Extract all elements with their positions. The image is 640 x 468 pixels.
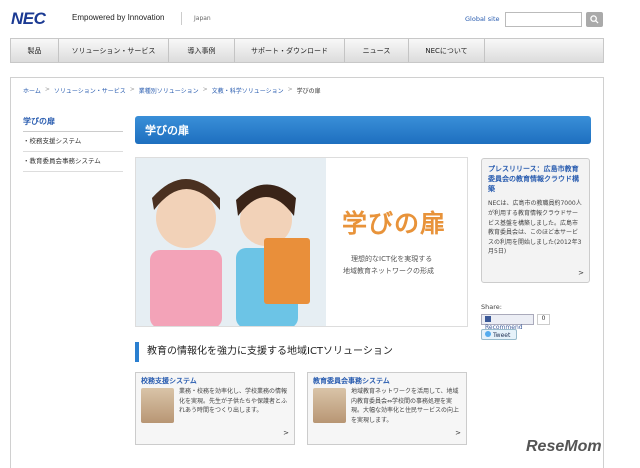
hero-tagline-2: 地域教育ネットワークの形成 <box>343 267 434 275</box>
hero-brand-logo: 学びの扉 <box>342 209 447 238</box>
breadcrumb-separator: > <box>44 86 50 93</box>
card-school-affairs[interactable]: 校務支援システム 業務・校務を効率化し、学校業務の情報化を実現。先生が子供たちや… <box>135 372 295 445</box>
breadcrumb-education[interactable]: 文教・科学ソリューション <box>212 86 284 95</box>
nav-item-case-studies[interactable]: 導入事例 <box>169 39 235 62</box>
tweet-label: Tweet <box>493 332 511 339</box>
resemom-watermark: ReseMom <box>526 438 602 455</box>
children-illustration <box>136 158 326 326</box>
nav-item-news[interactable]: ニュース <box>345 39 409 62</box>
search-icon <box>590 15 599 24</box>
press-release-arrow[interactable]: > <box>578 269 584 277</box>
hero-banner[interactable]: 学びの扉 理想的なICT化を実現する 地域教育ネットワークの形成 <box>135 157 468 327</box>
sidebar-item-school-affairs[interactable]: ・校務支援システム <box>23 132 123 152</box>
page-title: 学びの扉 <box>135 116 591 144</box>
nav-item-products[interactable]: 製品 <box>11 39 59 62</box>
recommend-count: 0 <box>537 314 550 325</box>
tweet-button[interactable]: Tweet <box>481 329 517 340</box>
card-title[interactable]: 教育委員会事務システム <box>313 376 390 386</box>
nav-item-solutions[interactable]: ソリューション・サービス <box>59 39 169 62</box>
sidebar-title[interactable]: 学びの扉 <box>23 116 123 132</box>
sidebar-item-board-system[interactable]: ・教育委員会事務システム <box>23 152 123 172</box>
breadcrumb-separator: > <box>202 86 208 93</box>
press-release-body: NECは、広島市の教職員約7000人が利用する教育情報クラウドサービス基盤を構築… <box>488 200 582 256</box>
facebook-recommend-button[interactable]: Recommend <box>481 314 534 331</box>
nec-logo[interactable]: NEC <box>11 9 46 29</box>
breadcrumb-separator: > <box>287 86 293 93</box>
card-thumbnail <box>313 388 346 423</box>
search-input[interactable] <box>505 12 582 27</box>
site-header: NEC Empowered by Innovation Japan Global… <box>0 0 640 34</box>
press-release-box[interactable]: プレスリリース：広島市教育委員会の教育情報クラウド構築 NECは、広島市の教職員… <box>481 158 590 283</box>
share-label: Share: <box>481 303 502 311</box>
breadcrumb-industry[interactable]: 業種別ソリューション <box>139 86 199 95</box>
facebook-icon <box>485 316 491 322</box>
press-release-title[interactable]: プレスリリース：広島市教育委員会の教育情報クラウド構築 <box>488 164 583 194</box>
global-nav: 製品 ソリューション・サービス 導入事例 サポート・ダウンロード ニュース NE… <box>10 38 604 63</box>
nav-item-about[interactable]: NECについて <box>409 39 485 62</box>
search-button[interactable] <box>586 12 603 27</box>
card-board-system[interactable]: 教育委員会事務システム 地域教育ネットワークを活用して、地域内教育委員会⇔学校間… <box>307 372 467 445</box>
twitter-icon <box>485 331 491 337</box>
breadcrumb-current: 学びの扉 <box>296 88 321 95</box>
card-title[interactable]: 校務支援システム <box>141 376 197 386</box>
card-body: 地域教育ネットワークを活用して、地域内教育委員会⇔学校間の事務処理を実現。大幅な… <box>351 388 460 424</box>
section-heading: 教育の情報化を強力に支援する地域ICTソリューション <box>135 342 468 362</box>
tagline: Empowered by Innovation <box>72 13 165 22</box>
divider <box>181 12 182 25</box>
hero-tagline-1: 理想的なICT化を実現する <box>351 255 433 263</box>
breadcrumb: ホーム > ソリューション・サービス > 業種別ソリューション > 文教・科学ソ… <box>23 86 321 95</box>
chevron-right-icon[interactable]: > <box>455 429 461 437</box>
sidebar: 学びの扉 ・校務支援システム ・教育委員会事務システム <box>23 116 123 172</box>
breadcrumb-home[interactable]: ホーム <box>23 86 41 95</box>
card-body: 業務・校務を効率化し、学校業務の情報化を実現。先生が子供たちや保護者とふれあう時… <box>179 388 288 415</box>
chevron-right-icon[interactable]: > <box>283 429 289 437</box>
hero-photo <box>136 158 326 326</box>
global-site-link[interactable]: Global site <box>465 15 500 23</box>
card-thumbnail <box>141 388 174 423</box>
content-area: ホーム > ソリューション・サービス > 業種別ソリューション > 文教・科学ソ… <box>10 77 604 468</box>
breadcrumb-separator: > <box>129 86 135 93</box>
region-label: Japan <box>194 15 211 22</box>
breadcrumb-solutions[interactable]: ソリューション・サービス <box>54 86 126 95</box>
nav-item-support[interactable]: サポート・ダウンロード <box>235 39 345 62</box>
